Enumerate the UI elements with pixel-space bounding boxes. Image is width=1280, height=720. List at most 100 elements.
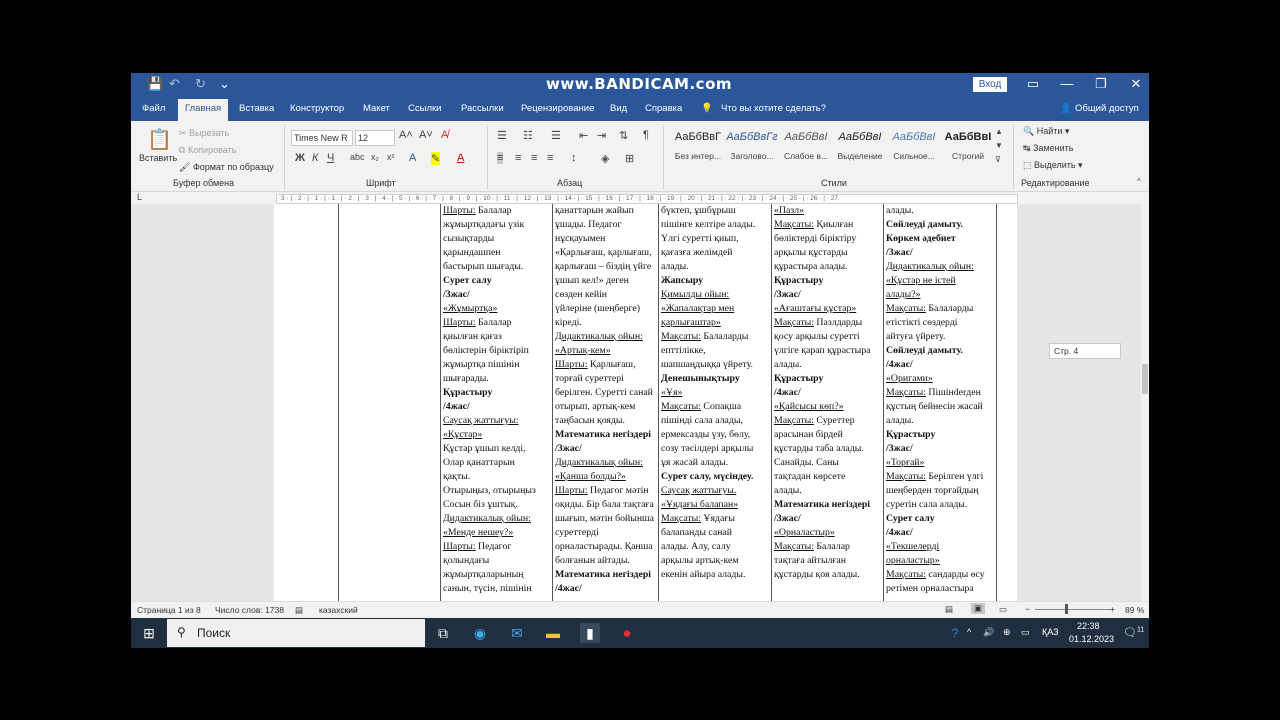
styles-scroll-up-icon[interactable]: ▲ [995,127,1003,136]
subscript-icon[interactable]: x₂ [371,152,379,162]
redo-icon[interactable]: ↻ [195,76,206,92]
tab-view[interactable]: Вид [610,103,627,114]
customize-qat-icon[interactable]: ⌄ [219,76,230,92]
tab-file[interactable]: Файл [142,103,165,114]
numbering-icon[interactable]: ☷ [523,129,533,142]
vertical-scrollbar[interactable] [1141,204,1149,601]
document-page[interactable]: Шарты: Балалар жұмыртқадағы үзік сызықтард… [274,204,1017,601]
bold-icon[interactable]: Ж [295,152,305,164]
proofing-icon[interactable]: ▤ [295,605,303,616]
justify-icon[interactable]: ≡ [547,152,553,164]
find-button[interactable]: 🔍 Найти ▾ [1023,126,1069,137]
align-right-icon[interactable]: ≡ [531,152,537,164]
style-intense-emphasis[interactable]: АаБбВвІ Сильное... [887,129,941,169]
volume-icon[interactable]: 🔊 [983,627,994,638]
paste-button[interactable]: Вставить [139,153,177,163]
tab-review[interactable]: Рецензирование [521,103,594,114]
tab-design[interactable]: Конструктор [290,103,344,114]
zoom-slider-thumb[interactable] [1065,604,1068,614]
word-taskbar-icon[interactable]: ▮ [580,623,600,643]
increase-indent-icon[interactable]: ⇥ [597,129,606,142]
style-no-spacing[interactable]: АаБбВвГ Без интер... [671,129,725,169]
share-button[interactable]: Общий доступ [1075,103,1139,114]
document-area[interactable]: Шарты: Балалар жұмыртқадағы үзік сызықтард… [131,204,1141,601]
clear-formatting-icon[interactable]: A̸ [441,129,448,141]
styles-more-icon[interactable]: ⊽ [995,155,1001,164]
style-subtle-emphasis[interactable]: АаБбВвІ Слабое в... [779,129,833,169]
close-button[interactable]: ✕ [1126,76,1146,92]
zoom-in-button[interactable]: + [1110,604,1115,614]
zoom-level[interactable]: 89 % [1125,605,1144,615]
align-center-icon[interactable]: ≡ [515,152,521,164]
ribbon-display-icon[interactable]: ▭ [1023,76,1043,92]
align-left-icon[interactable]: ≡ [497,152,504,164]
shading-icon[interactable]: ◈ [601,152,609,165]
zoom-out-button[interactable]: − [1025,604,1030,614]
tray-expand-icon[interactable]: ^ [967,627,971,637]
format-painter-button[interactable]: 🖌 Формат по образцу [179,162,274,173]
tab-selector-icon[interactable]: L [137,192,142,202]
file-explorer-icon[interactable]: ▬ [543,623,563,643]
mail-icon[interactable]: ✉ [507,623,527,643]
tab-insert[interactable]: Вставка [239,103,274,114]
font-color-icon[interactable]: A [457,152,464,164]
minimize-button[interactable]: — [1057,76,1077,91]
word-count[interactable]: Число слов: 1738 [215,605,284,615]
text-effects-icon[interactable]: A [409,152,416,164]
bandicam-icon[interactable]: ⏺ [617,623,637,643]
task-view-icon[interactable]: ⧉ [433,623,453,643]
help-icon[interactable]: ? [945,623,965,643]
network-icon[interactable]: ⊕ [1003,627,1011,638]
read-mode-icon[interactable]: ▤ [945,604,953,615]
multilevel-list-icon[interactable]: ☰ [551,129,561,142]
print-layout-icon[interactable]: ▣ [971,603,986,614]
horizontal-ruler[interactable]: L · 3 · | · 2 · | · 1 · | · 1 · | · 2 · … [131,192,1149,204]
line-spacing-icon[interactable]: ↕ [571,152,577,164]
collapse-ribbon-icon[interactable]: ^ [1137,177,1141,186]
replace-button[interactable]: ↹ Заменить [1023,143,1074,154]
strikethrough-icon[interactable]: abc [350,152,365,162]
styles-scroll-down-icon[interactable]: ▼ [995,141,1003,150]
web-layout-icon[interactable]: ▭ [999,604,1007,615]
battery-icon[interactable]: ▭ [1021,627,1030,638]
font-name-box[interactable]: Times New R [291,130,353,146]
grow-font-icon[interactable]: A˄ [399,129,413,141]
tell-me-search[interactable]: Что вы хотите сделать? [721,103,826,114]
windows-start-icon[interactable]: ⊞ [139,623,159,643]
shrink-font-icon[interactable]: A˅ [419,129,433,141]
notifications-icon[interactable]: 🗨11 [1123,626,1144,639]
zoom-slider[interactable] [1035,609,1111,610]
cut-button[interactable]: ✂ Вырезать [179,128,229,139]
select-button[interactable]: ⬚ Выделить ▾ [1023,160,1083,171]
decrease-indent-icon[interactable]: ⇤ [579,129,588,142]
language-indicator[interactable]: казахский [319,605,358,615]
clock-date[interactable]: 01.12.2023 [1069,634,1114,644]
scrollbar-thumb[interactable] [1142,364,1148,394]
tab-references[interactable]: Ссылки [408,103,441,114]
superscript-icon[interactable]: x² [387,152,395,162]
sign-in-button[interactable]: Вход [973,77,1007,92]
undo-icon[interactable]: ↶ [169,76,180,92]
tab-home[interactable]: Главная [178,99,229,121]
tab-layout[interactable]: Макет [363,103,390,114]
style-strong[interactable]: АаБбВвІ Строгий [941,129,995,169]
style-emphasis[interactable]: АаБбВвІ Выделение [833,129,887,169]
input-language[interactable]: ҚАЗ [1042,627,1059,637]
pilcrow-icon[interactable]: ¶ [643,129,649,141]
underline-icon[interactable]: Ч [327,152,334,164]
clock-time[interactable]: 22:38 [1077,621,1100,631]
taskbar-search[interactable]: ⚲ Поиск [167,619,425,647]
tab-mailings[interactable]: Рассылки [461,103,504,114]
style-heading[interactable]: АаБбВвГг Заголово... [725,129,779,169]
save-icon[interactable]: 💾 [147,76,163,92]
italic-icon[interactable]: К [312,152,318,164]
edge-icon[interactable]: ◉ [470,623,490,643]
tab-help[interactable]: Справка [645,103,682,114]
copy-button[interactable]: ⧉ Копировать [179,145,236,156]
font-size-box[interactable]: 12 [355,130,395,146]
borders-icon[interactable]: ⊞ [625,152,634,165]
sort-icon[interactable]: ⇅ [619,129,628,142]
page-count[interactable]: Страница 1 из 8 [137,605,201,615]
bullets-icon[interactable]: ☰ [497,129,507,142]
paste-icon[interactable]: 📋 [147,127,172,152]
